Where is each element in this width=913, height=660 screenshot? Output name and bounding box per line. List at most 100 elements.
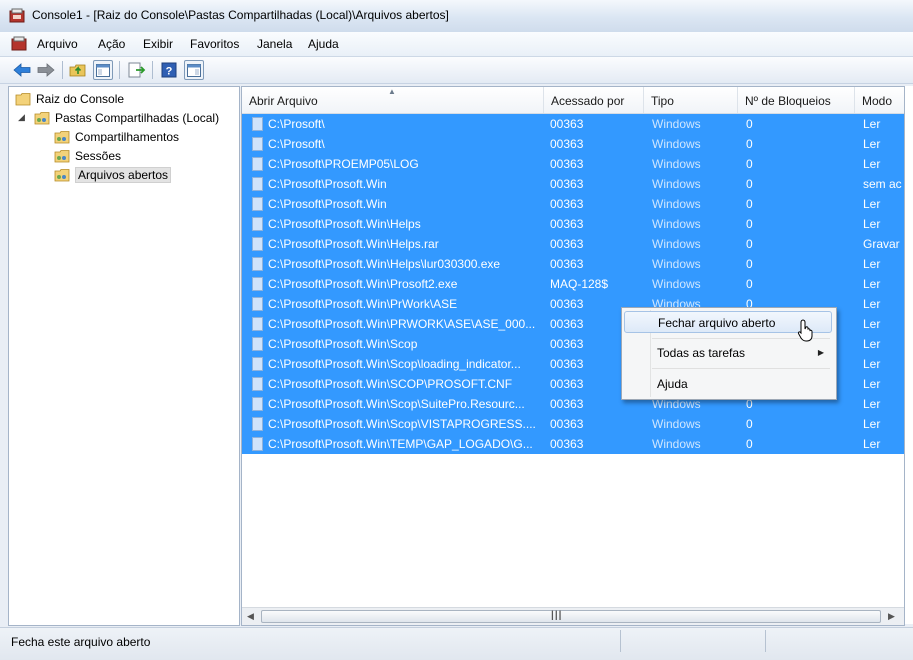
table-row[interactable]: C:\Prosoft\Prosoft.Win 00363 Windows 0 Ler <box>242 194 904 214</box>
tree-node-shared-folders[interactable]: Pastas Compartilhadas (Local) <box>34 109 219 127</box>
export-list-icon[interactable] <box>127 60 147 80</box>
file-icon <box>252 257 263 271</box>
toolbar-separator <box>62 61 63 79</box>
cell-file: C:\Prosoft\PROEMP05\LOG <box>268 157 419 171</box>
cell-locks: 0 <box>746 157 753 171</box>
cell-mode: Ler <box>863 277 881 291</box>
cell-accessed-by: 00363 <box>550 177 584 191</box>
column-header-modo[interactable]: Modo <box>855 87 904 113</box>
menu-item-ajuda[interactable]: Ajuda <box>624 373 832 395</box>
menu-item-label: Todas as tarefas <box>657 346 746 360</box>
file-icon <box>252 437 263 451</box>
submenu-arrow-icon: ▶ <box>817 348 824 357</box>
scroll-left-icon[interactable]: ◀ <box>247 611 254 622</box>
cell-type: Windows <box>652 237 701 251</box>
column-header-tipo[interactable]: Tipo <box>644 87 738 113</box>
window-title: Console1 - [Raiz do Console\Pastas Compa… <box>32 8 449 22</box>
table-row[interactable]: C:\Prosoft\Prosoft.Win\Prosoft2.exe MAQ-1… <box>242 274 904 294</box>
cell-locks: 0 <box>746 217 753 231</box>
cell-type: Windows <box>652 417 701 431</box>
column-header-bloqueios[interactable]: Nº de Bloqueios <box>738 87 855 113</box>
table-row[interactable]: C:\Prosoft\Prosoft.Win\Scop\VISTAPROGRES… <box>242 414 904 434</box>
tree-label-sessoes: Sessões <box>75 149 122 163</box>
cell-file: C:\Prosoft\Prosoft.Win <box>268 177 387 191</box>
toolbar-separator <box>119 61 120 79</box>
status-divider <box>620 630 621 652</box>
tree-node-compartilhamentos[interactable]: Compartilhamentos <box>54 128 179 146</box>
menu-ajuda[interactable]: Ajuda <box>308 37 339 51</box>
file-icon <box>252 177 263 191</box>
action-pane-edge <box>904 86 913 624</box>
table-row[interactable]: C:\Prosoft\Prosoft.Win\Helps 00363 Windows… <box>242 214 904 234</box>
cell-file: C:\Prosoft\ <box>268 117 325 131</box>
cell-locks: 0 <box>746 277 753 291</box>
menu-item-label: Ajuda <box>657 377 688 391</box>
collapse-triangle-icon[interactable]: ◢ <box>18 112 25 123</box>
cell-type: Windows <box>652 437 701 451</box>
tree-node-root[interactable]: Raiz do Console <box>15 90 124 108</box>
cell-locks: 0 <box>746 177 753 191</box>
cell-locks: 0 <box>746 137 753 151</box>
file-icon <box>252 277 263 291</box>
back-arrow-icon[interactable] <box>12 60 32 80</box>
cell-accessed-by: 00363 <box>550 217 584 231</box>
status-text: Fecha este arquivo aberto <box>11 635 151 649</box>
help-icon[interactable]: ? <box>159 60 179 80</box>
cell-mode: Ler <box>863 377 881 391</box>
file-icon <box>252 157 263 171</box>
cell-type: Windows <box>652 137 701 151</box>
shares-folder-icon <box>54 131 70 144</box>
show-hide-action-pane-icon[interactable] <box>184 60 204 80</box>
child-window-icon[interactable] <box>11 36 27 51</box>
open-files-folder-icon <box>54 169 70 182</box>
cell-accessed-by: 00363 <box>550 117 584 131</box>
tree-label-compartilhamentos: Compartilhamentos <box>75 130 180 144</box>
cell-locks: 0 <box>746 437 753 451</box>
tree-node-arquivos-abertos[interactable]: Arquivos abertos <box>54 166 172 184</box>
column-header-acessado-por[interactable]: Acessado por <box>544 87 644 113</box>
table-row[interactable]: C:\Prosoft\Prosoft.Win\Helps\lur030300.e… <box>242 254 904 274</box>
cell-file: C:\Prosoft\Prosoft.Win\TEMP\GAP_LOGADO\G… <box>268 437 533 451</box>
tree-node-sessoes[interactable]: Sessões <box>54 147 121 165</box>
table-row[interactable]: C:\Prosoft\Prosoft.Win 00363 Windows 0 sem a… <box>242 174 904 194</box>
table-row[interactable]: C:\Prosoft\ 00363 Windows 0 Ler <box>242 134 904 154</box>
file-icon <box>252 317 263 331</box>
menu-item-todas-as-tarefas[interactable]: Todas as tarefas ▶ <box>624 342 832 364</box>
cell-file: C:\Prosoft\Prosoft.Win\Helps <box>268 217 421 231</box>
cell-file: C:\Prosoft\Prosoft.Win\PRWORK\ASE\ASE_00… <box>268 317 536 331</box>
up-folder-icon[interactable] <box>68 60 88 80</box>
toolbar-separator <box>152 61 153 79</box>
forward-arrow-icon[interactable] <box>36 60 56 80</box>
sessions-folder-icon <box>54 150 70 163</box>
file-icon <box>252 297 263 311</box>
toolbar: ? <box>0 57 913 84</box>
shared-folder-icon <box>34 112 50 125</box>
show-hide-tree-icon[interactable] <box>93 60 113 80</box>
cell-accessed-by: 00363 <box>550 197 584 211</box>
cell-mode: Ler <box>863 117 881 131</box>
menu-arquivo[interactable]: Arquivo <box>37 37 78 51</box>
menu-favoritos[interactable]: Favoritos <box>190 37 239 51</box>
file-icon <box>252 397 263 411</box>
file-icon <box>252 137 263 151</box>
table-row[interactable]: C:\Prosoft\Prosoft.Win\Helps.rar 00363 Win… <box>242 234 904 254</box>
menu-item-label: Fechar arquivo aberto <box>658 316 776 330</box>
menu-separator <box>652 368 830 369</box>
cell-file: C:\Prosoft\Prosoft.Win\Helps.rar <box>268 237 439 251</box>
cell-mode: sem ac <box>863 177 902 191</box>
menu-acao[interactable]: Ação <box>98 37 125 51</box>
scrollbar-thumb[interactable]: ┃┃┃ <box>261 610 881 623</box>
menu-janela[interactable]: Janela <box>257 37 292 51</box>
table-row[interactable]: C:\Prosoft\ 00363 Windows 0 Ler <box>242 114 904 134</box>
menu-exibir[interactable]: Exibir <box>143 37 173 51</box>
folder-icon <box>15 93 31 106</box>
table-row[interactable]: C:\Prosoft\PROEMP05\LOG 00363 Windows 0 Ler <box>242 154 904 174</box>
scroll-right-icon[interactable]: ▶ <box>888 611 895 622</box>
console-tree[interactable]: Raiz do Console ◢ Pastas Compartilhadas … <box>8 86 240 626</box>
cell-file: C:\Prosoft\Prosoft.Win\Prosoft2.exe <box>268 277 458 291</box>
table-row[interactable]: C:\Prosoft\Prosoft.Win\TEMP\GAP_LOGADO\G… <box>242 434 904 454</box>
cell-type: Windows <box>652 157 701 171</box>
horizontal-scrollbar[interactable]: ◀ ┃┃┃ ▶ <box>242 607 904 625</box>
cell-mode: Gravar <box>863 237 900 251</box>
cell-mode: Ler <box>863 317 881 331</box>
